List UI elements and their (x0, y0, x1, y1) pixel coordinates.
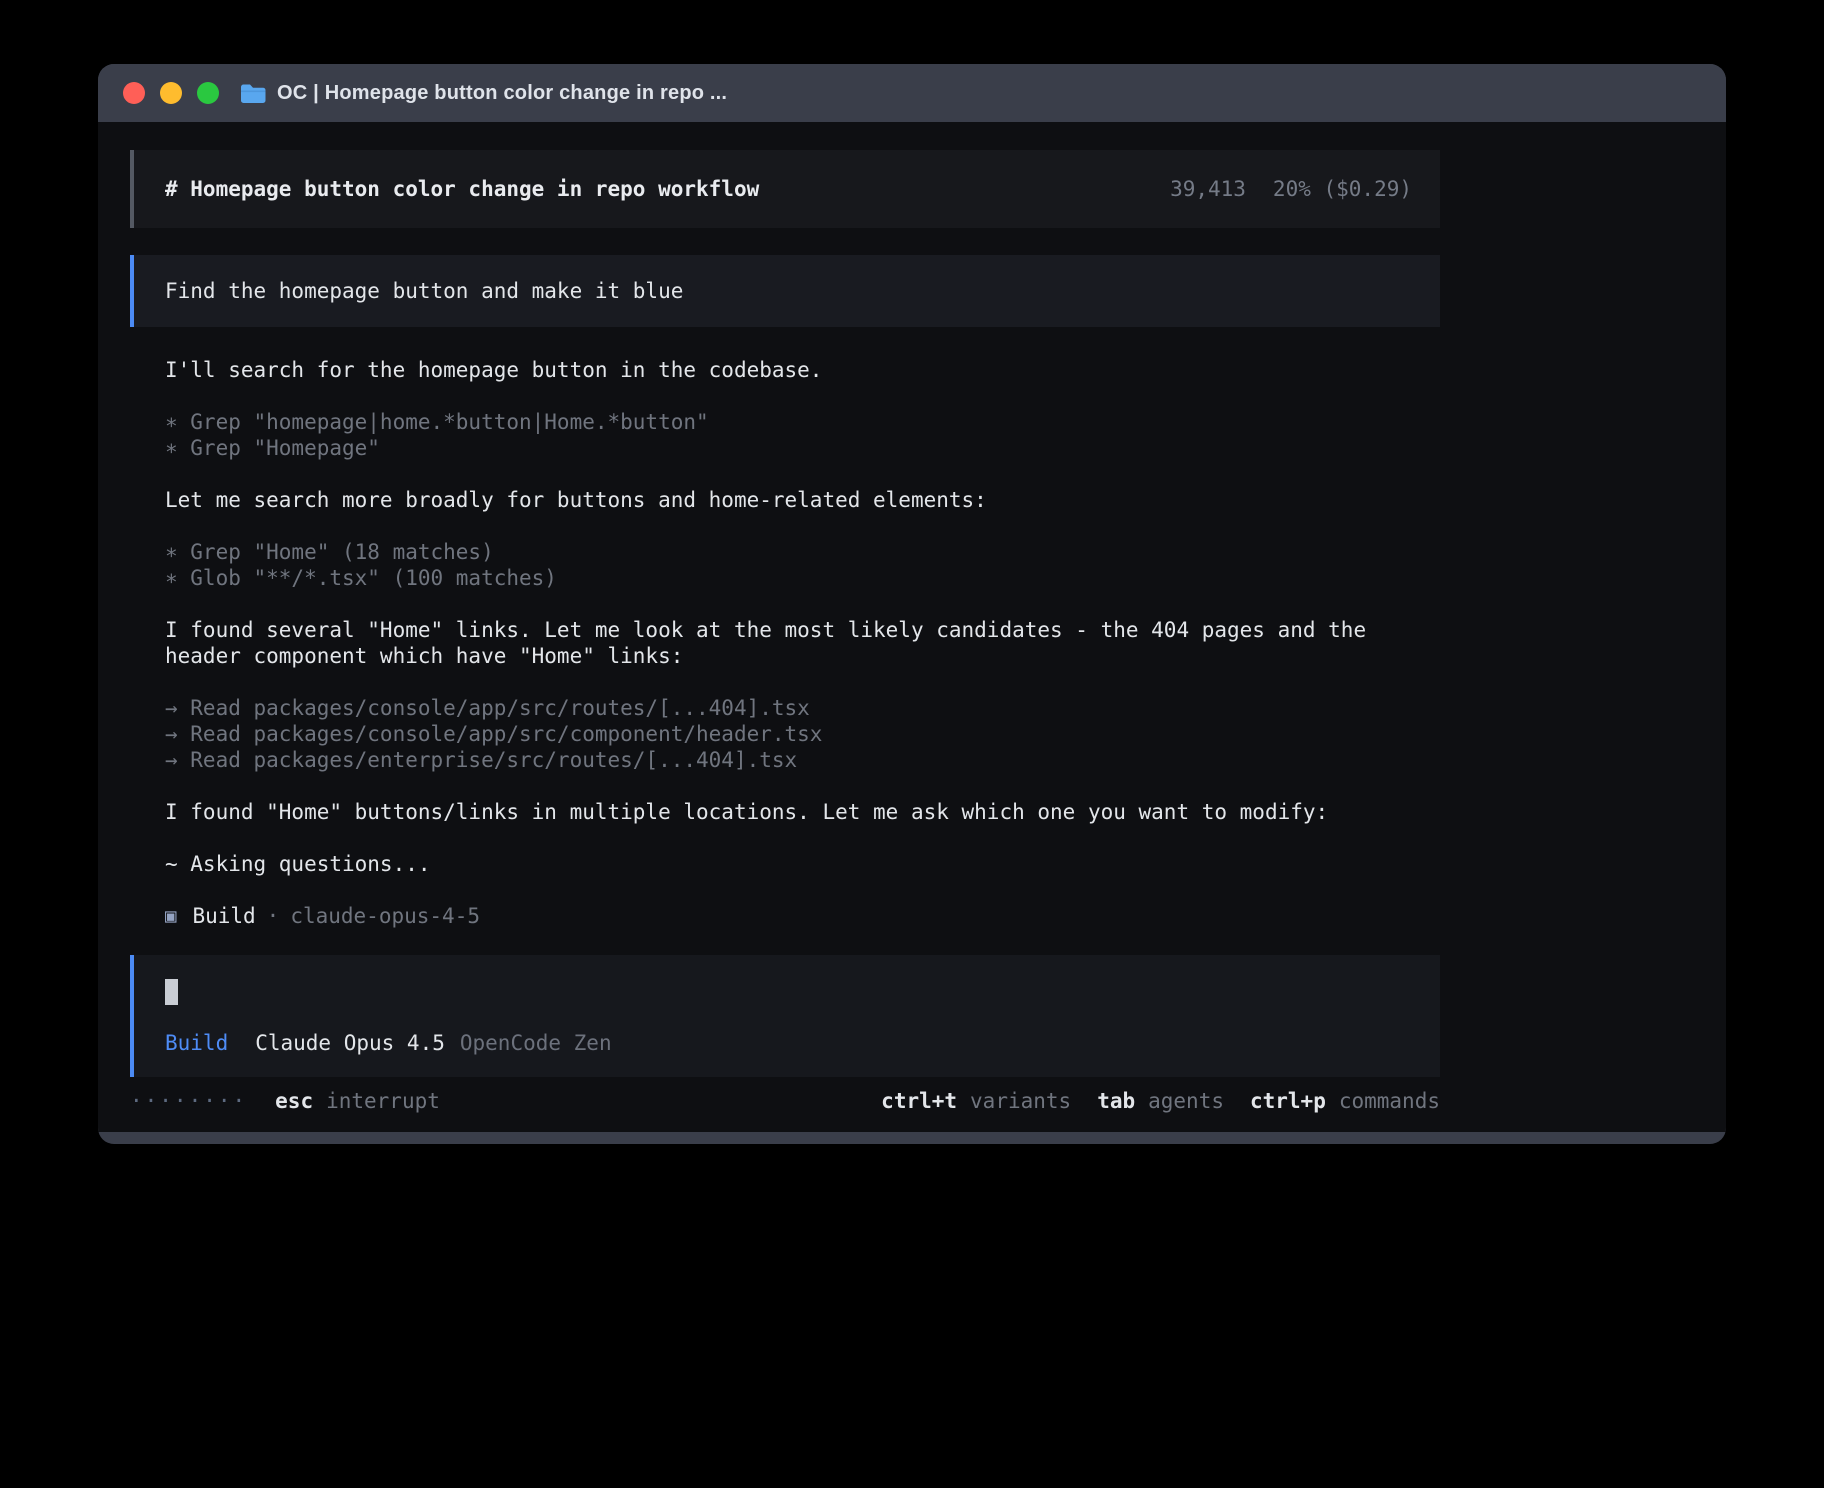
agent-icon: ▣ (165, 903, 176, 929)
key-ctrl-t: ctrl+t (881, 1089, 957, 1113)
hint-label: commands (1339, 1089, 1440, 1113)
key-tab: tab (1097, 1089, 1135, 1113)
assistant-status: ~ Asking questions... (165, 851, 1440, 877)
context-cost: 20% ($0.29) (1273, 177, 1412, 201)
model-row: Build Claude Opus 4.5 OpenCode Zen (165, 1031, 1440, 1055)
title-wrap: OC | Homepage button color change in rep… (240, 82, 727, 105)
tool-call-group: → Read packages/console/app/src/routes/[… (165, 695, 1440, 773)
read-call: → Read packages/console/app/src/componen… (165, 721, 1440, 747)
tool-call: ∗ Grep "Home" (18 matches) (165, 539, 1440, 565)
close-button[interactable] (123, 82, 145, 104)
key-ctrl-p: ctrl+p (1250, 1089, 1326, 1113)
assistant-text: I found "Home" buttons/links in multiple… (165, 799, 1440, 825)
assistant-text: I found several "Home" links. Let me loo… (165, 617, 1440, 669)
statusbar: ········ esc interrupt ctrl+t variants tab… (130, 1089, 1440, 1113)
titlebar: OC | Homepage button color change in rep… (98, 64, 1726, 122)
user-message-text: Find the homepage button and make it blu… (165, 279, 683, 303)
text-cursor (165, 979, 178, 1005)
statusbar-right: ctrl+t variants tab agents ctrl+p commands (881, 1089, 1440, 1113)
hint-label: agents (1148, 1089, 1224, 1113)
zoom-button[interactable] (197, 82, 219, 104)
window-title: OC | Homepage button color change in rep… (277, 82, 727, 105)
tool-call: ∗ Grep "homepage|home.*button|Home.*butt… (165, 409, 1440, 435)
read-call: → Read packages/enterprise/src/routes/[.… (165, 747, 1440, 773)
terminal-window: OC | Homepage button color change in rep… (98, 64, 1726, 1144)
tool-call: ∗ Glob "**/*.tsx" (100 matches) (165, 565, 1440, 591)
tool-call: ∗ Grep "Homepage" (165, 435, 1440, 461)
mode-label: Build (165, 1031, 228, 1055)
conversation: I'll search for the homepage button in t… (130, 357, 1440, 929)
agent-status-line: ▣ Build · claude-opus-4-5 (165, 903, 1440, 929)
key-esc: esc (275, 1089, 313, 1113)
tool-call-group: ∗ Grep "homepage|home.*button|Home.*butt… (165, 409, 1440, 461)
assistant-text: I'll search for the homepage button in t… (165, 357, 1440, 383)
hint-commands: ctrl+p commands (1250, 1089, 1440, 1113)
session-header: # Homepage button color change in repo w… (130, 150, 1440, 228)
session-stats: 39,413 20% ($0.29) (1170, 177, 1412, 201)
prompt-input[interactable]: Build Claude Opus 4.5 OpenCode Zen (130, 955, 1440, 1077)
agent-model: claude-opus-4-5 (290, 903, 480, 929)
read-call: → Read packages/console/app/src/routes/[… (165, 695, 1440, 721)
minimize-button[interactable] (160, 82, 182, 104)
statusbar-left: ········ esc interrupt (130, 1089, 440, 1113)
hint-agents: tab agents (1097, 1089, 1224, 1113)
user-message: Find the homepage button and make it blu… (130, 255, 1440, 327)
agent-name: Build (192, 903, 255, 929)
session-title: # Homepage button color change in repo w… (165, 177, 759, 201)
dot-separator: · (267, 903, 280, 929)
hint-label: variants (970, 1089, 1071, 1113)
traffic-lights (123, 82, 219, 104)
spinner-dots: ········ (130, 1089, 247, 1113)
hint-interrupt: esc interrupt (275, 1089, 440, 1113)
model-name: Claude Opus 4.5 (255, 1031, 445, 1055)
tool-call-group: ∗ Grep "Home" (18 matches) ∗ Glob "**/*.… (165, 539, 1440, 591)
assistant-text: Let me search more broadly for buttons a… (165, 487, 1440, 513)
token-count: 39,413 (1170, 177, 1246, 201)
hint-label: interrupt (326, 1089, 440, 1113)
provider-name: OpenCode Zen (460, 1031, 612, 1055)
terminal-content: # Homepage button color change in repo w… (98, 122, 1726, 1132)
folder-icon (240, 82, 266, 104)
hint-variants: ctrl+t variants (881, 1089, 1071, 1113)
